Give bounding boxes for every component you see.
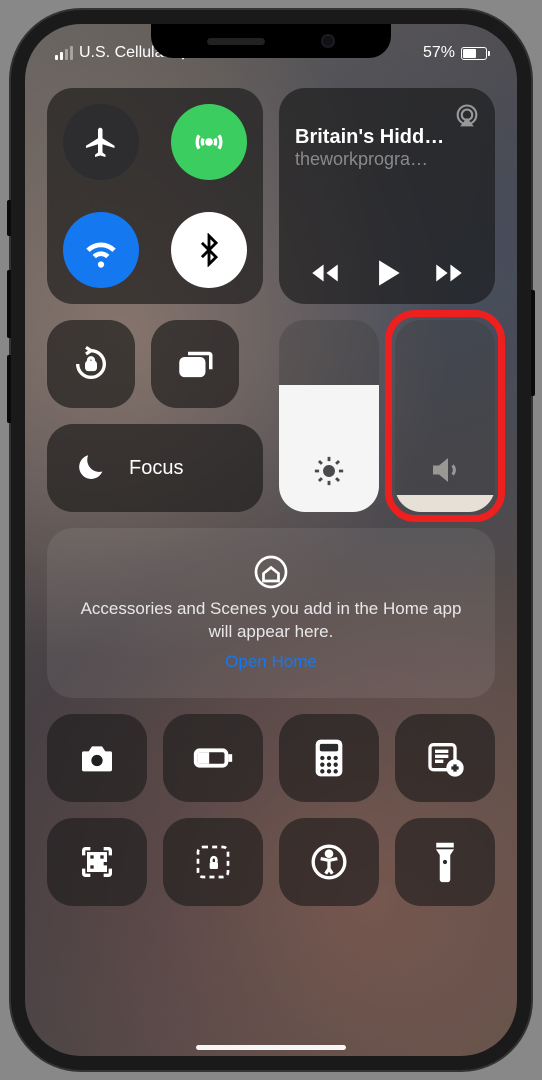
media-subtitle: theworkprogra… — [295, 149, 479, 170]
sun-icon — [312, 454, 346, 488]
cellular-data-button[interactable] — [171, 104, 247, 180]
notes-add-shortcut[interactable] — [395, 714, 495, 802]
bluetooth-icon — [192, 233, 226, 267]
brightness-fill — [279, 385, 379, 512]
screen-mirror-icon — [174, 343, 216, 385]
flashlight-icon — [432, 841, 458, 883]
rotation-lock-icon — [71, 344, 111, 384]
volume-slider[interactable] — [395, 320, 495, 512]
accessibility-shortcut[interactable] — [279, 818, 379, 906]
airplane-icon — [83, 124, 119, 160]
media-title: Britain's Hidd… — [295, 126, 479, 149]
airplay-icon[interactable] — [453, 102, 481, 130]
power-btn — [531, 290, 535, 396]
rewind-button[interactable] — [308, 256, 342, 290]
music-tile[interactable]: Britain's Hidd… theworkprogra… — [279, 88, 495, 304]
calculator-icon — [312, 738, 346, 778]
camera-shortcut[interactable] — [47, 714, 147, 802]
play-button[interactable] — [368, 254, 406, 292]
battery-icon — [461, 47, 487, 60]
calculator-shortcut[interactable] — [279, 714, 379, 802]
guided-access-shortcut[interactable] — [163, 818, 263, 906]
connectivity-tile[interactable] — [47, 88, 263, 304]
accessibility-icon — [309, 842, 349, 882]
forward-button[interactable] — [432, 256, 466, 290]
speaker-icon — [427, 452, 463, 488]
qr-icon — [77, 842, 117, 882]
shortcuts-row-2 — [47, 818, 495, 906]
focus-button[interactable]: Focus — [47, 424, 263, 512]
flashlight-shortcut[interactable] — [395, 818, 495, 906]
control-center: Britain's Hidd… theworkprogra… — [47, 88, 495, 1042]
bluetooth-button[interactable] — [171, 212, 247, 288]
front-camera — [321, 34, 335, 48]
low-power-icon — [190, 735, 236, 781]
signal-bars-icon — [55, 46, 73, 60]
iphone-frame: U.S. Cellular 57% — [11, 10, 531, 1070]
volume-down-btn — [7, 355, 11, 423]
wifi-icon — [80, 229, 122, 271]
home-indicator[interactable] — [196, 1045, 346, 1050]
shortcuts-row-1 — [47, 714, 495, 802]
guided-access-icon — [193, 842, 233, 882]
screen: U.S. Cellular 57% — [25, 24, 517, 1056]
rotation-lock-button[interactable] — [47, 320, 135, 408]
airplane-mode-button[interactable] — [63, 104, 139, 180]
home-icon — [253, 554, 289, 590]
volume-fill — [395, 495, 495, 512]
wifi-button[interactable] — [63, 212, 139, 288]
earpiece — [207, 38, 265, 45]
home-message: Accessories and Scenes you add in the Ho… — [75, 598, 467, 644]
cellular-antenna-icon — [189, 122, 229, 162]
moon-icon — [69, 446, 113, 490]
screen-mirroring-button[interactable] — [151, 320, 239, 408]
notes-add-icon — [425, 738, 465, 778]
brightness-slider[interactable] — [279, 320, 379, 512]
mute-switch — [7, 200, 11, 236]
notch — [151, 24, 391, 58]
volume-up-btn — [7, 270, 11, 338]
open-home-link[interactable]: Open Home — [225, 652, 317, 672]
camera-icon — [77, 738, 117, 778]
qr-scanner-shortcut[interactable] — [47, 818, 147, 906]
focus-label: Focus — [129, 457, 183, 480]
home-tile[interactable]: Accessories and Scenes you add in the Ho… — [47, 528, 495, 698]
battery-percent: 57% — [423, 44, 455, 62]
low-power-shortcut[interactable] — [163, 714, 263, 802]
